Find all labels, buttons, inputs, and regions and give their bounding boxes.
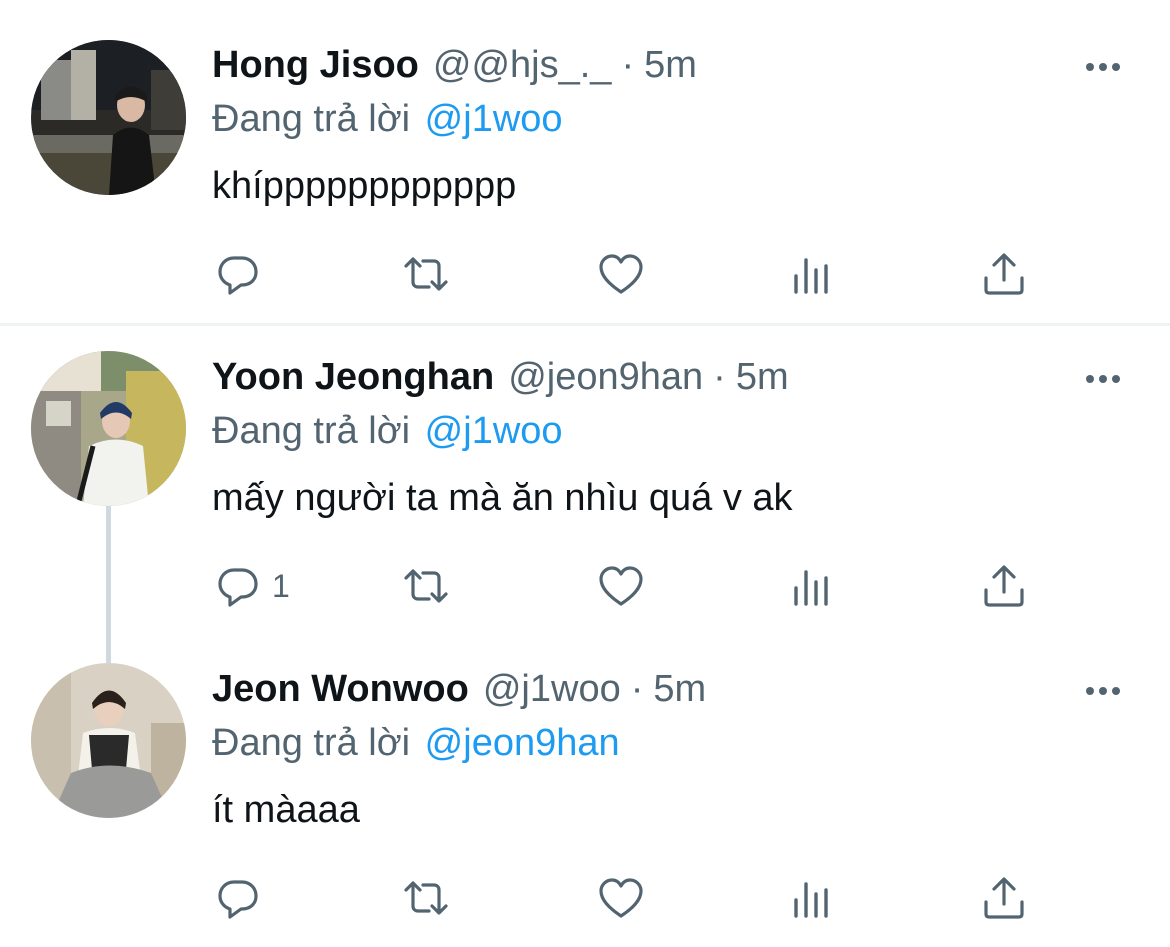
avatar[interactable] — [31, 351, 186, 506]
share-button[interactable] — [980, 874, 1028, 922]
more-icon[interactable] — [1086, 372, 1126, 386]
like-icon — [599, 566, 643, 606]
like-icon — [599, 254, 643, 294]
display-name[interactable]: Jeon Wonwoo — [212, 668, 469, 711]
separator-dot: · — [630, 668, 644, 710]
reply-context: Đang trả lời @j1woo — [212, 98, 563, 141]
retweet-icon — [404, 257, 448, 291]
views-button[interactable] — [788, 874, 836, 922]
reply-prefix: Đang trả lời — [212, 98, 411, 140]
like-button[interactable] — [597, 874, 645, 922]
timestamp[interactable]: 5m — [736, 356, 789, 399]
reply-mention[interactable]: @j1woo — [425, 410, 563, 452]
separator-dot: · — [713, 356, 726, 398]
tweet-header: Yoon Jeonghan @jeon9han · 5m — [212, 356, 789, 408]
views-icon — [794, 570, 828, 606]
user-handle[interactable]: @@hjs_._ — [433, 44, 612, 87]
views-icon — [794, 258, 828, 294]
retweet-button[interactable] — [402, 250, 450, 298]
reply-button[interactable] — [214, 250, 272, 298]
tweet[interactable]: Yoon Jeonghan @jeon9han · 5m Đang trả lờ… — [0, 326, 1170, 646]
reply-icon — [218, 880, 258, 919]
avatar-photo — [31, 663, 186, 818]
share-icon — [984, 565, 1024, 607]
timestamp[interactable]: 5m — [644, 44, 697, 87]
display-name[interactable]: Hong Jisoo — [212, 44, 419, 87]
reply-icon — [218, 256, 258, 295]
avatar-photo — [31, 40, 186, 195]
user-handle[interactable]: @j1woo — [483, 668, 621, 711]
avatar[interactable] — [31, 663, 186, 818]
tweet[interactable]: Hong Jisoo @@hjs_._ · 5m Đang trả lời @j… — [0, 0, 1170, 323]
reply-mention[interactable]: @j1woo — [425, 98, 563, 140]
reply-button[interactable] — [214, 874, 272, 922]
tweet[interactable]: Jeon Wonwoo @j1woo · 5m Đang trả lời @je… — [0, 638, 1170, 947]
like-icon — [599, 878, 643, 918]
reply-count: 1 — [272, 567, 290, 604]
retweet-button[interactable] — [402, 874, 450, 922]
retweet-button[interactable] — [402, 562, 450, 610]
tweet-header: Hong Jisoo @@hjs_._ · 5m — [212, 44, 697, 96]
display-name[interactable]: Yoon Jeonghan — [212, 356, 494, 399]
more-icon[interactable] — [1086, 684, 1126, 698]
timestamp[interactable]: 5m — [653, 668, 706, 711]
reply-prefix: Đang trả lời — [212, 722, 411, 764]
action-bar — [212, 874, 1042, 922]
tweet-text: khípppppppppppp — [212, 165, 517, 207]
share-button[interactable] — [980, 562, 1028, 610]
separator-dot: · — [621, 44, 635, 86]
action-bar: 1 — [212, 562, 1042, 610]
tweet-header: Jeon Wonwoo @j1woo · 5m — [212, 668, 706, 720]
views-button[interactable] — [788, 562, 836, 610]
share-button[interactable] — [980, 250, 1028, 298]
reply-mention[interactable]: @jeon9han — [425, 722, 620, 764]
retweet-icon — [404, 569, 448, 603]
reply-prefix: Đang trả lời — [212, 410, 411, 452]
tweet-text: ít màaaa — [212, 789, 360, 831]
more-icon[interactable] — [1086, 60, 1126, 74]
views-icon — [794, 882, 828, 918]
tweet-text: mấy người ta mà ăn nhìu quá v ak — [212, 477, 793, 519]
like-button[interactable] — [597, 250, 645, 298]
share-icon — [984, 253, 1024, 295]
avatar[interactable] — [31, 40, 186, 195]
action-bar — [212, 250, 1042, 298]
reply-context: Đang trả lời @j1woo — [212, 410, 563, 453]
share-icon — [984, 877, 1024, 919]
retweet-icon — [404, 881, 448, 915]
like-button[interactable] — [597, 562, 645, 610]
views-button[interactable] — [788, 250, 836, 298]
reply-button[interactable]: 1 — [214, 562, 290, 610]
reply-icon — [218, 568, 258, 607]
reply-context: Đang trả lời @jeon9han — [212, 722, 620, 765]
user-handle[interactable]: @jeon9han — [508, 356, 703, 399]
avatar-photo — [31, 351, 186, 506]
